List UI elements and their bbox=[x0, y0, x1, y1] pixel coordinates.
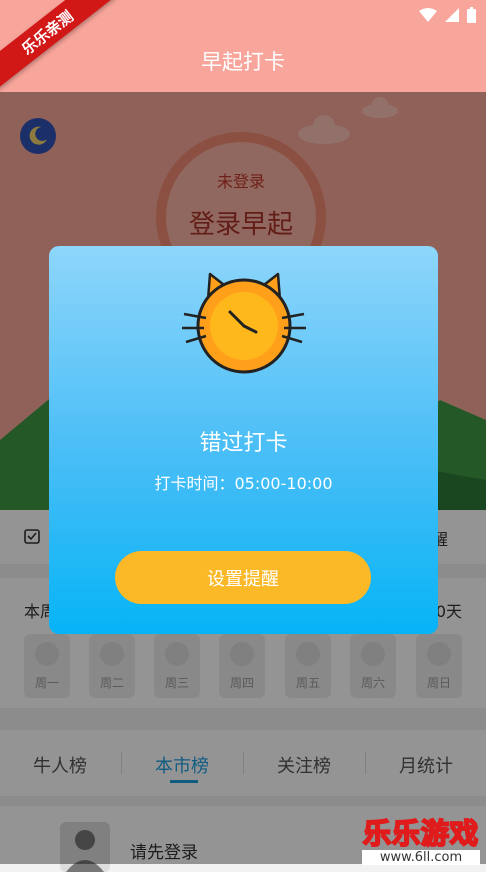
wifi-icon bbox=[419, 8, 437, 22]
set-reminder-button[interactable]: 设置提醒 bbox=[115, 551, 371, 604]
clock-cat-icon bbox=[182, 272, 306, 374]
app-header: 早起打卡 bbox=[0, 30, 486, 92]
watermark-title: 乐乐游戏 bbox=[362, 816, 479, 851]
site-watermark: 乐乐游戏 www.6ll.com bbox=[362, 812, 480, 865]
page-title: 早起打卡 bbox=[201, 50, 285, 74]
dialog-title: 错过打卡 bbox=[199, 431, 288, 456]
checkin-time-text: 打卡时间：05:00-10:00 bbox=[154, 474, 333, 493]
signal-icon bbox=[445, 8, 459, 22]
battery-icon bbox=[467, 7, 476, 23]
status-icons bbox=[419, 7, 476, 23]
watermark-url: www.6ll.com bbox=[362, 850, 480, 865]
